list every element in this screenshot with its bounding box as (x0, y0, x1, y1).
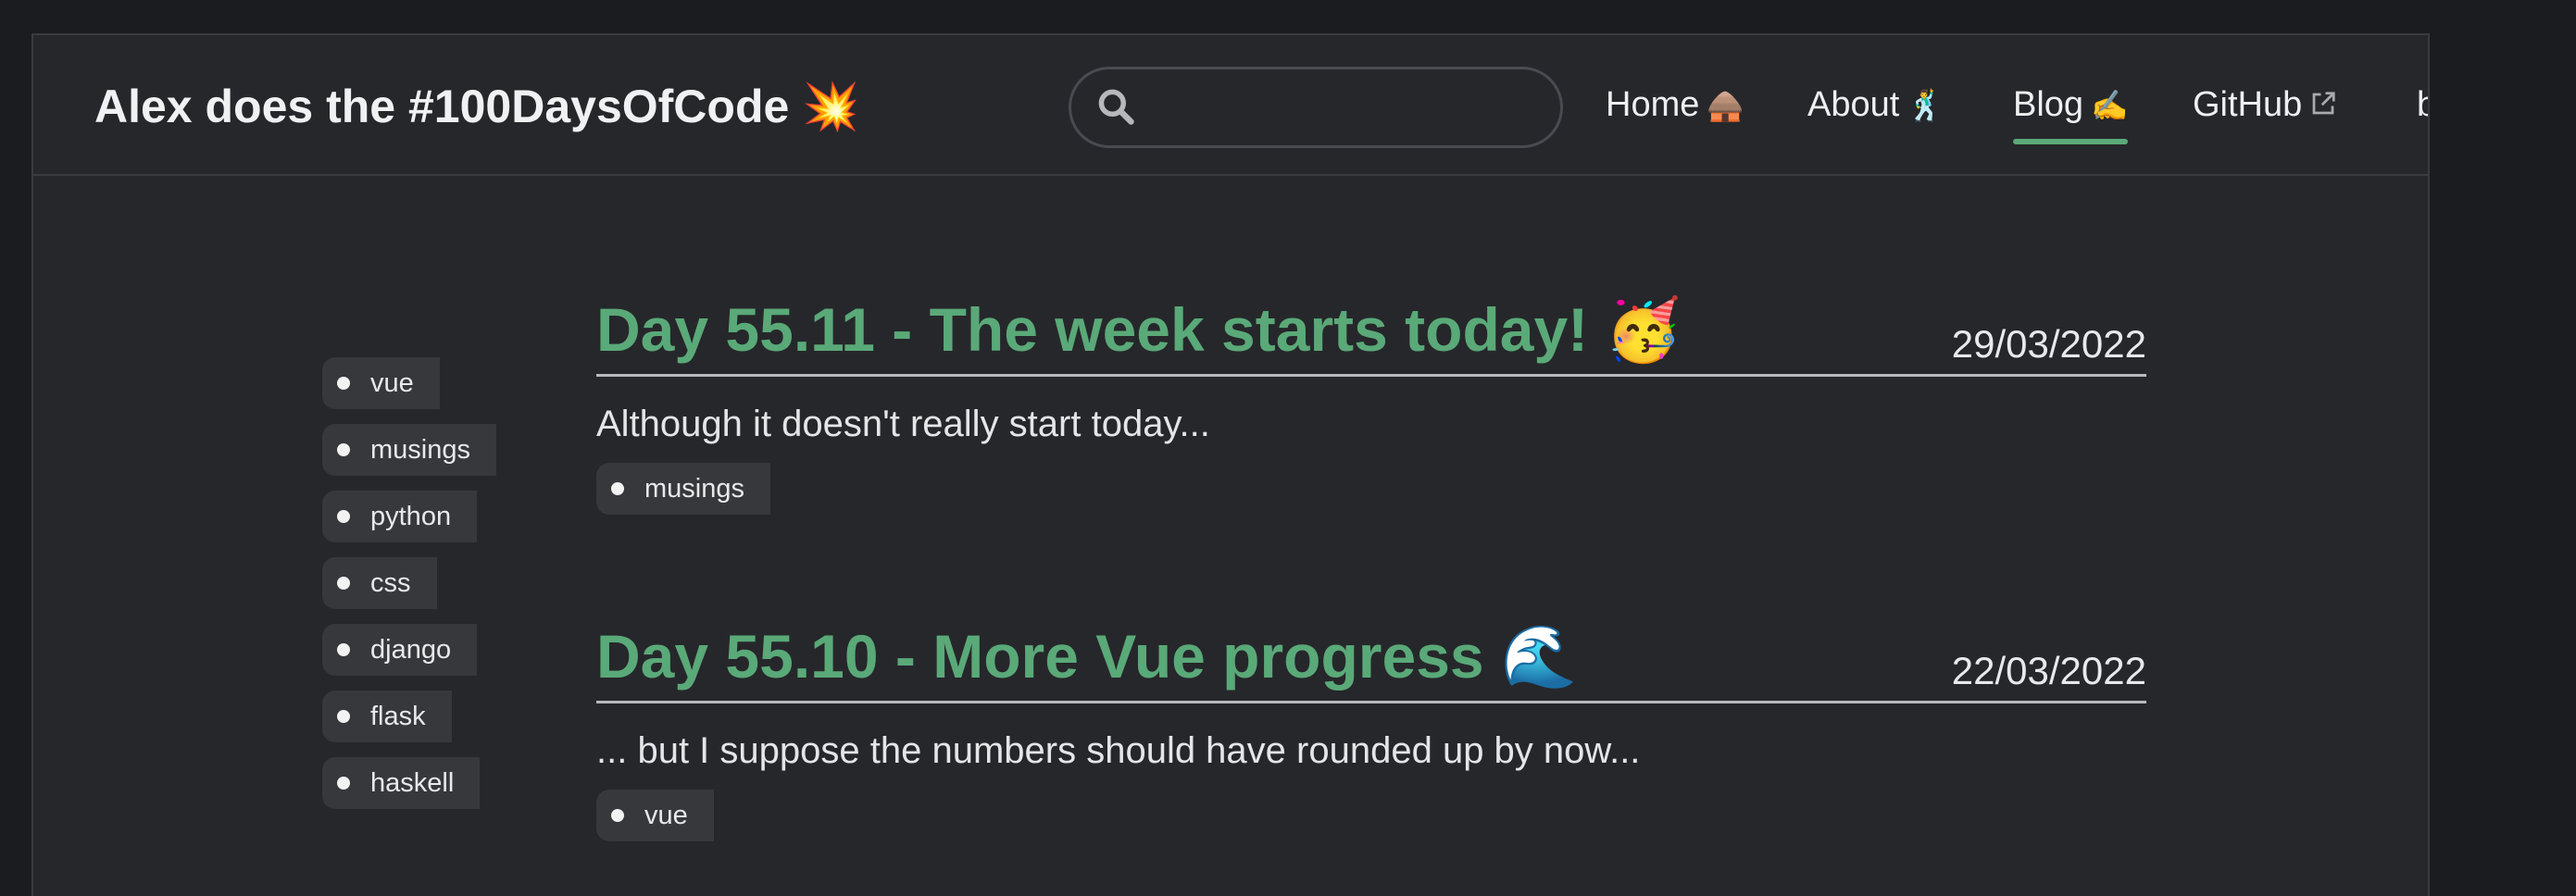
post-summary: ... but I suppose the numbers should hav… (596, 730, 1641, 771)
post-tag-list: vue (596, 790, 714, 856)
nav-overflow-link[interactable]: b (2417, 85, 2428, 125)
sidebar-tag-haskell[interactable]: haskell (322, 757, 481, 809)
tag-label: haskell (370, 767, 455, 798)
search-icon (1098, 89, 1134, 125)
sidebar-tag-python[interactable]: python (322, 491, 478, 542)
nav-about-link[interactable]: About 🕺 (1807, 85, 1945, 125)
post-divider (596, 701, 2146, 703)
post-tag-musings[interactable]: musings (596, 463, 770, 515)
tag-label: flask (370, 701, 426, 731)
bullet-icon (337, 710, 350, 723)
tag-label: musings (370, 434, 470, 465)
dancer-icon: 🕺 (1907, 88, 1945, 123)
tag-label: python (370, 501, 452, 531)
bullet-icon (337, 510, 350, 523)
post-tag-vue[interactable]: vue (596, 790, 714, 841)
nav-blog-label: Blog (2013, 85, 2084, 124)
tag-label: vue (644, 800, 688, 830)
post-tag-list: musings (596, 463, 770, 529)
bullet-icon (337, 643, 350, 656)
bullet-icon (337, 443, 350, 456)
search-box[interactable] (1069, 67, 1563, 148)
bullet-icon (611, 809, 624, 822)
writing-hand-icon: ✍️ (2091, 88, 2129, 123)
nav-home-label: Home (1606, 85, 1700, 124)
external-link-icon (2312, 92, 2335, 115)
nav-home-link[interactable]: Home 🛖 (1606, 85, 1744, 125)
sidebar-tag-list: vue musings python css django flask hask… (322, 357, 496, 824)
post-date: 29/03/2022 (1951, 322, 2146, 366)
bullet-icon (611, 482, 624, 495)
tag-label: django (370, 634, 452, 665)
tag-label: css (370, 567, 411, 598)
post-title-link[interactable]: Day 55.10 - More Vue progress 🌊 (596, 621, 1577, 693)
post-divider (596, 374, 2146, 377)
post-date: 22/03/2022 (1951, 649, 2146, 692)
sidebar-tag-flask[interactable]: flask (322, 691, 452, 742)
sidebar-tag-django[interactable]: django (322, 624, 478, 676)
nav-github-link[interactable]: GitHub (2193, 85, 2337, 125)
post-title-link[interactable]: Day 55.11 - The week starts today! 🥳 (596, 294, 1682, 367)
sidebar-tag-musings[interactable]: musings (322, 424, 496, 476)
site-title[interactable]: Alex does the #100DaysOfCode 💥 (94, 80, 859, 134)
post-summary: Although it doesn't really start today..… (596, 404, 1210, 444)
bullet-icon (337, 777, 350, 790)
bullet-icon (337, 577, 350, 590)
sidebar-tag-css[interactable]: css (322, 557, 437, 609)
nav-about-label: About (1807, 85, 1900, 124)
nav-blog-link[interactable]: Blog ✍️ (2013, 85, 2129, 144)
search-input[interactable] (1155, 79, 1547, 136)
tag-label: vue (370, 367, 414, 398)
site-header: Alex does the #100DaysOfCode 💥 Home 🛖 Abo… (33, 35, 2428, 176)
tag-label: musings (644, 473, 744, 504)
hut-icon: 🛖 (1707, 88, 1744, 123)
bullet-icon (337, 377, 350, 390)
sidebar-tag-vue[interactable]: vue (322, 357, 440, 409)
browser-viewport: Alex does the #100DaysOfCode 💥 Home 🛖 Abo… (31, 33, 2430, 896)
nav-overflow-label: b (2417, 85, 2428, 124)
nav-github-label: GitHub (2193, 85, 2303, 124)
